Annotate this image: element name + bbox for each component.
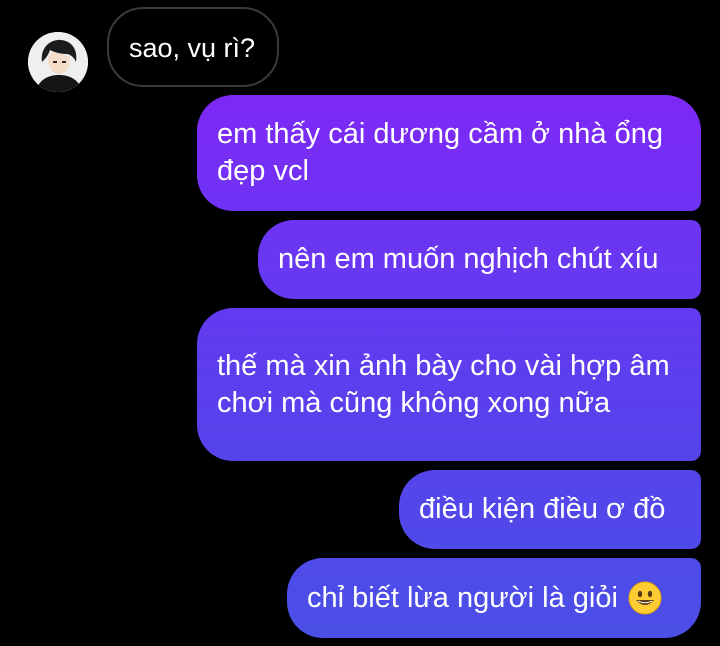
message-text: nên em muốn nghịch chút xíu xyxy=(278,243,659,275)
message-text: sao, vụ rì? xyxy=(129,33,256,63)
grinning-face-emoji-icon xyxy=(628,581,662,615)
message-text: chỉ biết lừa người là giỏi xyxy=(307,581,618,614)
outgoing-message-bubble[interactable]: chỉ biết lừa người là giỏi xyxy=(287,558,701,638)
outgoing-message-bubble[interactable]: em thấy cái dương cầm ở nhà ổng đẹp vcl xyxy=(197,95,701,211)
message-text: em thấy cái dương cầm ở nhà ổng đẹp vcl xyxy=(217,118,663,187)
message-text: điều kiện điều ơ đồ xyxy=(419,493,666,525)
outgoing-message-bubble[interactable]: thế mà xin ảnh bày cho vài hợp âm chơi m… xyxy=(197,308,701,461)
incoming-message-bubble[interactable]: sao, vụ rì? xyxy=(107,7,280,87)
outgoing-message-bubble[interactable]: điều kiện điều ơ đồ xyxy=(399,470,701,549)
profile-photo-icon xyxy=(28,32,88,92)
contact-avatar[interactable] xyxy=(28,32,88,92)
outgoing-message-bubble[interactable]: nên em muốn nghịch chút xíu xyxy=(258,220,701,299)
message-text: thế mà xin ảnh bày cho vài hợp âm chơi m… xyxy=(217,349,670,419)
